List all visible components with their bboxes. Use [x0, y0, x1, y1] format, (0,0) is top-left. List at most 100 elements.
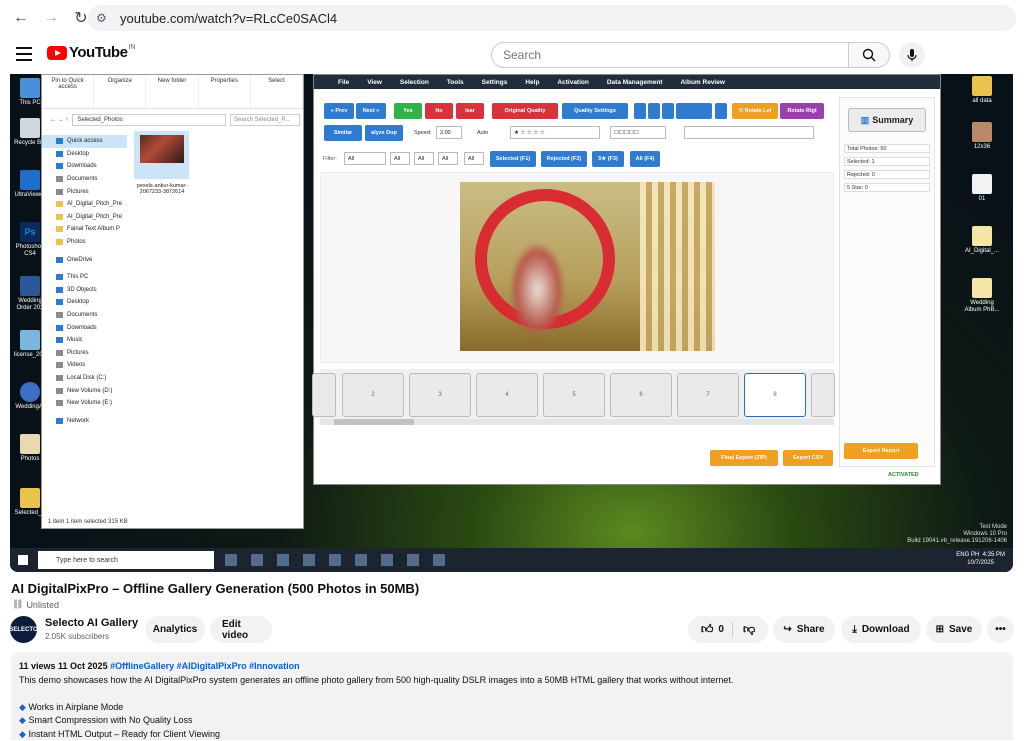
filter-5star-button[interactable]: 5★ (F3) [592, 151, 624, 167]
export-csv-button[interactable]: Export CSV [783, 450, 833, 466]
tree-item[interactable]: Photos [42, 236, 127, 249]
forward-icon[interactable]: → [58, 117, 64, 123]
rotate-left-button[interactable]: ⟲ Rotate Lef [732, 103, 778, 119]
toolbar-button[interactable] [662, 103, 674, 119]
menu-view[interactable]: View [367, 79, 382, 86]
tree-item[interactable]: Desktop [42, 148, 127, 161]
photo-viewer[interactable] [320, 172, 834, 363]
back-icon[interactable]: ← [8, 5, 34, 31]
filter-dropdown[interactable]: All [438, 152, 458, 165]
original-quality-button[interactable]: Original Quality [492, 103, 558, 119]
auto-checkbox-label[interactable]: Auto [474, 126, 488, 139]
site-info-icon[interactable]: ⚙ [96, 11, 114, 25]
voice-search-button[interactable] [899, 42, 925, 68]
thumbnail-frame[interactable] [312, 373, 336, 417]
tree-item[interactable]: Documents [42, 309, 127, 322]
menu-album-review[interactable]: Album Review [680, 79, 724, 86]
tree-item[interactable]: Local Disk (C:) [42, 372, 127, 385]
menu-settings[interactable]: Settings [482, 79, 508, 86]
menu-data-management[interactable]: Data Management [607, 79, 663, 86]
menu-help[interactable]: Help [525, 79, 539, 86]
speed-input[interactable]: 2.00 [436, 126, 462, 139]
menu-activation[interactable]: Activation [557, 79, 588, 86]
tree-item[interactable]: This PC [42, 271, 127, 284]
address-bar[interactable]: ⚙ youtube.com/watch?v=RLcCe0SACl4 [88, 5, 1016, 31]
export-report-button[interactable]: Export Report [844, 443, 918, 459]
similar-button[interactable]: Similar [324, 125, 362, 141]
rotate-right-button[interactable]: Rotate Rigt [780, 103, 824, 119]
menu-tools[interactable]: Tools [447, 79, 464, 86]
toolbar-button[interactable] [634, 103, 646, 119]
windows-start-icon[interactable] [18, 555, 28, 565]
tree-item[interactable]: OneDrive [42, 253, 127, 266]
thumbnail-frame-selected[interactable]: 8 [744, 373, 806, 417]
menu-icon[interactable] [16, 47, 32, 61]
tree-item[interactable]: Videos [42, 359, 127, 372]
toolbar-button[interactable] [715, 103, 727, 119]
tree-item[interactable]: Fainal Text Album P [42, 223, 127, 236]
tree-item[interactable]: Documents [42, 173, 127, 186]
tree-item[interactable]: New Volume (D:) [42, 384, 127, 397]
tag-checkboxes[interactable]: ☐☐☐☐☐ [610, 126, 666, 139]
tree-item[interactable]: Downloads [42, 160, 127, 173]
dislike-button[interactable]: 👎︎ [733, 622, 755, 637]
back-icon[interactable]: ← [50, 117, 56, 123]
strip-scrollbar[interactable] [320, 419, 834, 425]
thumbnail-frame[interactable]: 6 [610, 373, 672, 417]
tree-item[interactable]: AI_Digital_Pitch_Pre [42, 211, 127, 224]
share-button[interactable]: ↪Share [773, 616, 835, 643]
filter-dropdown[interactable]: All [464, 152, 484, 165]
tree-item[interactable]: Downloads [42, 321, 127, 334]
tree-item[interactable]: Desktop [42, 296, 127, 309]
description-box[interactable]: 11 views 11 Oct 2025 #OfflineGallery #AI… [11, 652, 1013, 740]
analytics-button[interactable]: Analytics [145, 616, 205, 643]
menu-selection[interactable]: Selection [400, 79, 429, 86]
next-button[interactable]: Next » [356, 103, 386, 119]
analyze-duplicates-button[interactable]: alyze Dup [365, 125, 403, 141]
youtube-logo[interactable]: YouTube IN [47, 44, 135, 61]
taskbar-search[interactable]: Type here to search [38, 551, 214, 569]
toolbar-button[interactable] [676, 103, 712, 119]
filter-dropdown[interactable]: All [414, 152, 434, 165]
video-player[interactable]: This PC Recycle Bin UltraViewer PsPhotos… [10, 74, 1013, 572]
tree-item[interactable]: Quick access [42, 135, 127, 148]
filter-dropdown[interactable]: All [390, 152, 410, 165]
final-export-button[interactable]: Final Export (ZIP) [710, 450, 778, 466]
prev-button[interactable]: « Prev [324, 103, 354, 119]
filter-all-button[interactable]: All (F4) [630, 151, 660, 167]
filter-selected-button[interactable]: Selected (F1) [490, 151, 536, 167]
explorer-search[interactable]: Search Selected_P... [230, 114, 300, 126]
tree-item[interactable]: Pictures [42, 347, 127, 360]
save-button[interactable]: ⊞Save [926, 616, 982, 643]
toolbar-button[interactable] [648, 103, 660, 119]
rating-selector[interactable]: ★ ☆ ☆ ☆ ☆ [510, 126, 600, 139]
more-actions-button[interactable]: ••• [987, 616, 1014, 643]
like-button[interactable]: 👍︎ 0 [701, 622, 733, 637]
tree-item[interactable]: Music [42, 334, 127, 347]
taskbar-apps[interactable] [225, 554, 455, 566]
no-button[interactable]: No [425, 103, 453, 119]
hashtags[interactable]: #OfflineGallery #AIDigitalPixPro #Innova… [110, 661, 300, 671]
clear-button[interactable]: lear [456, 103, 484, 119]
thumbnail-frame[interactable]: 4 [476, 373, 538, 417]
file-thumbnail[interactable] [134, 131, 189, 179]
menu-file[interactable]: File [338, 79, 349, 86]
filter-dropdown[interactable]: All [344, 152, 386, 165]
adjust-controls[interactable] [684, 126, 814, 139]
tree-item[interactable]: 3D Objects [42, 284, 127, 297]
up-icon[interactable]: ↑ [65, 117, 68, 123]
summary-button[interactable]: ▥Summary [848, 108, 926, 132]
search-input[interactable]: Search [491, 42, 849, 68]
thumbnail-frame[interactable]: 5 [543, 373, 605, 417]
explorer-path[interactable]: Selected_Photos [72, 114, 226, 126]
thumbnail-frame[interactable]: 2 [342, 373, 404, 417]
tree-item[interactable]: New Volume (E:) [42, 397, 127, 410]
tree-item[interactable]: AI_Digital_Pitch_Pre [42, 198, 127, 211]
download-button[interactable]: ⤓Download [841, 616, 921, 643]
quality-settings-button[interactable]: Quality Settings [562, 103, 628, 119]
channel-name[interactable]: Selecto AI Gallery [45, 617, 138, 629]
thumbnail-frame[interactable]: 7 [677, 373, 739, 417]
thumbnail-frame[interactable] [811, 373, 835, 417]
filter-rejected-button[interactable]: Rejected (F2) [541, 151, 587, 167]
tree-item[interactable]: Pictures [42, 185, 127, 198]
